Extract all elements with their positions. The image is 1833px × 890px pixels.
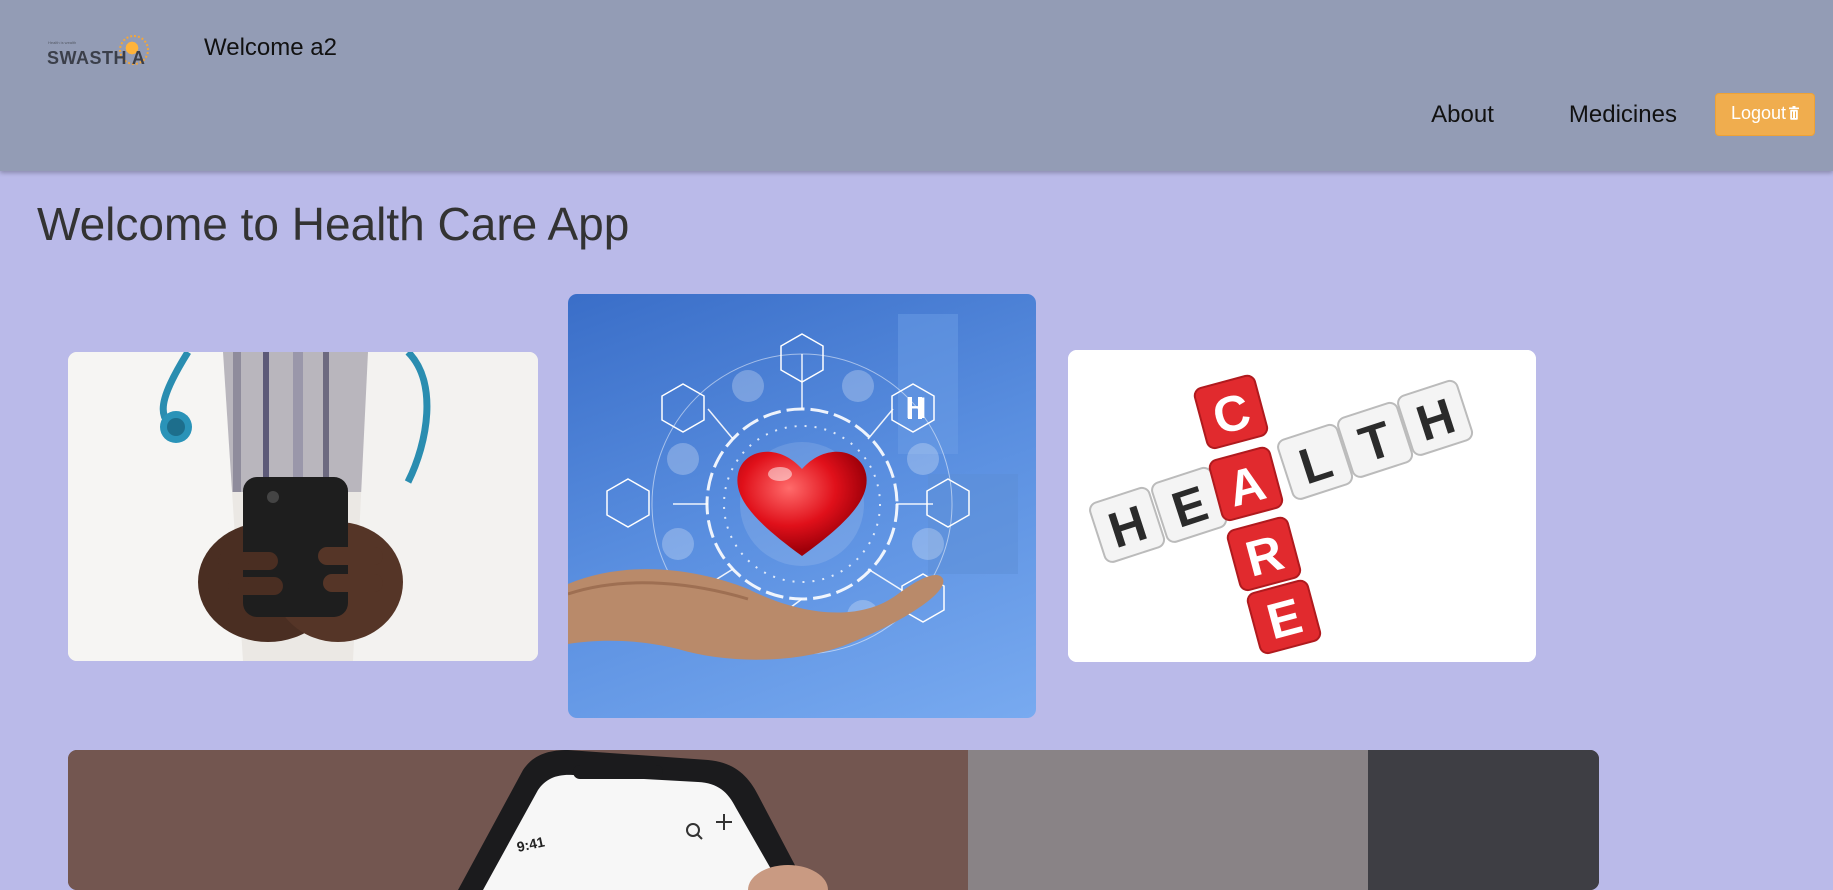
- logo-tagline: Health is wealth: [48, 40, 77, 45]
- doctor-with-phone-image: [68, 352, 538, 661]
- logout-button-label: Logout: [1730, 103, 1786, 123]
- welcome-user-text: Welcome a2: [204, 34, 337, 61]
- page-title: Welcome to Health Care App: [37, 198, 630, 250]
- swasthya-logo[interactable]: Health is wealth SWASTH A: [46, 35, 156, 70]
- nav-about-link[interactable]: About: [1431, 101, 1494, 129]
- top-navbar: Health is wealth SWASTH A Welcome a2 Abo…: [0, 0, 1833, 171]
- hand-holding-smartphone-image: 9:41: [68, 750, 1599, 890]
- svg-text:H: H: [905, 392, 927, 425]
- health-care-crossword-image: H E L T H C A R E: [1068, 350, 1536, 662]
- main-nav: About Medicines Logout: [1431, 93, 1815, 136]
- nav-medicines-link[interactable]: Medicines: [1569, 101, 1677, 129]
- trash-icon: [1789, 104, 1799, 120]
- logout-button[interactable]: Logout: [1714, 93, 1815, 136]
- hand-heart-health-icons-image: H H: [568, 294, 1036, 718]
- logo-text: SWASTH A: [47, 48, 146, 68]
